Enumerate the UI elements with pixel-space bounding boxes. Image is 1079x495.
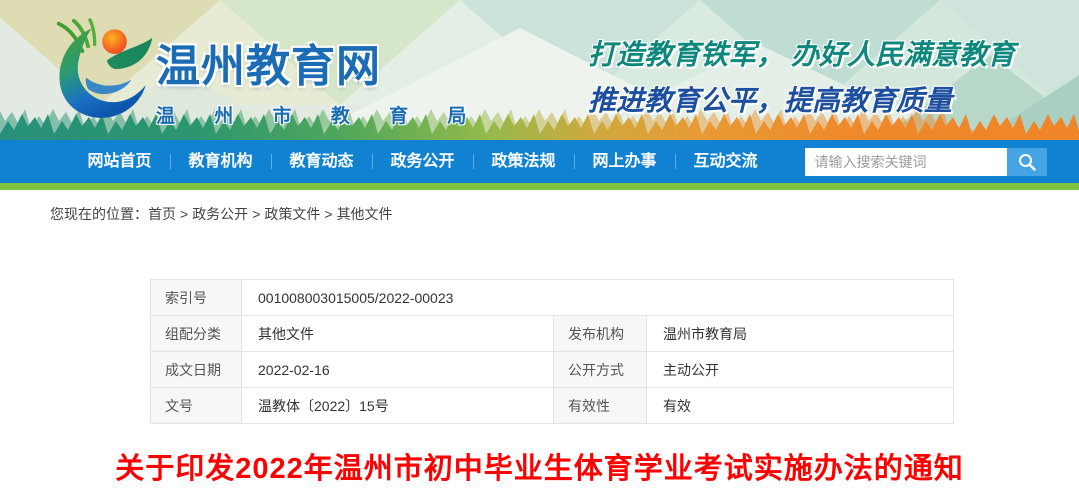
slogan-line-2: 推进教育公平，提高教育质量 <box>588 86 953 117</box>
brand-block: 温州教育网 温 州 市 教 育 局 <box>156 30 483 128</box>
slogan-line-1: 打造教育铁军， 办好人民满意教育 <box>588 40 1016 71</box>
breadcrumb-separator: > <box>324 206 333 222</box>
breadcrumb-item-3[interactable]: 政策文件 <box>264 206 320 222</box>
doc-info-row: 文号 温教体〔2022〕15号 有效性 有效 <box>150 387 955 424</box>
wenzhou-education-logo-icon <box>56 18 153 118</box>
field-value: 001008003015005/2022-00023 <box>240 279 955 316</box>
field-value: 有效 <box>645 387 955 424</box>
breadcrumb-separator: > <box>180 206 189 222</box>
doc-info-row: 组配分类 其他文件 发布机构 温州市教育局 <box>150 315 955 352</box>
doc-info-table: 索引号 001008003015005/2022-00023 组配分类 其他文件 发布机… <box>150 279 955 424</box>
breadcrumb-prefix: 您现在的位置： <box>50 206 148 222</box>
field-value: 主动公开 <box>645 351 955 388</box>
page: 温州教育网 温 州 市 教 育 局 打造教育铁军， 办好人民满意教育 推进教育公… <box>0 0 1079 495</box>
nav-item-2[interactable]: 教育机构 <box>171 140 271 183</box>
breadcrumb-trail: 首页 > 政务公开 > 政策文件 > 其他文件 <box>148 206 393 222</box>
nav-item-4[interactable]: 政务公开 <box>373 140 473 183</box>
document-title: 关于印发2022年温州市初中毕业生体育学业考试实施办法的通知 <box>115 453 964 485</box>
main-navbar: 网站首页 教育机构 教育动态 政务公开 政策法规 网上办事 互动交流 <box>0 140 1079 183</box>
field-label: 索引号 <box>150 279 242 316</box>
field-label: 公开方式 <box>553 351 647 388</box>
site-title: 温州教育网 <box>156 42 381 91</box>
field-label: 组配分类 <box>150 315 242 352</box>
doc-info-section: 索引号 001008003015005/2022-00023 组配分类 其他文件 发布机… <box>150 279 1079 424</box>
nav-item-5[interactable]: 政策法规 <box>474 140 574 183</box>
search-input[interactable] <box>804 147 1007 176</box>
field-label: 发布机构 <box>553 315 647 352</box>
search-button[interactable] <box>1006 147 1047 176</box>
site-subtitle: 温 州 市 教 育 局 <box>156 106 484 127</box>
green-divider-strip <box>0 183 1079 190</box>
header-slogan: 打造教育铁军， 办好人民满意教育 推进教育公平，提高教育质量 <box>588 33 1015 119</box>
nav-search <box>804 147 1047 176</box>
nav-menu: 网站首页 教育机构 教育动态 政务公开 政策法规 网上办事 互动交流 <box>70 140 776 183</box>
breadcrumb-item-2[interactable]: 政务公开 <box>192 206 248 222</box>
nav-item-6[interactable]: 网上办事 <box>575 140 675 183</box>
doc-info-row: 成文日期 2022-02-16 公开方式 主动公开 <box>150 351 955 388</box>
breadcrumb-separator: > <box>252 206 261 222</box>
field-value: 2022-02-16 <box>241 351 554 388</box>
field-label: 文号 <box>150 387 242 424</box>
field-label: 成文日期 <box>150 351 242 388</box>
site-header: 温州教育网 温 州 市 教 育 局 打造教育铁军， 办好人民满意教育 推进教育公… <box>0 0 1079 140</box>
doc-info-row: 索引号 001008003015005/2022-00023 <box>150 279 955 316</box>
nav-item-1[interactable]: 网站首页 <box>70 140 170 183</box>
breadcrumb: 您现在的位置：首页 > 政务公开 > 政策文件 > 其他文件 <box>50 204 1079 224</box>
breadcrumb-item-4: 其他文件 <box>336 206 393 222</box>
nav-item-7[interactable]: 互动交流 <box>676 140 776 183</box>
breadcrumb-item-1[interactable]: 首页 <box>148 206 176 222</box>
field-label: 有效性 <box>553 387 647 424</box>
nav-item-3[interactable]: 教育动态 <box>272 140 372 183</box>
search-icon <box>1018 153 1036 171</box>
field-value: 其他文件 <box>241 315 554 352</box>
field-value: 温教体〔2022〕15号 <box>241 387 554 424</box>
field-value: 温州市教育局 <box>645 315 955 352</box>
